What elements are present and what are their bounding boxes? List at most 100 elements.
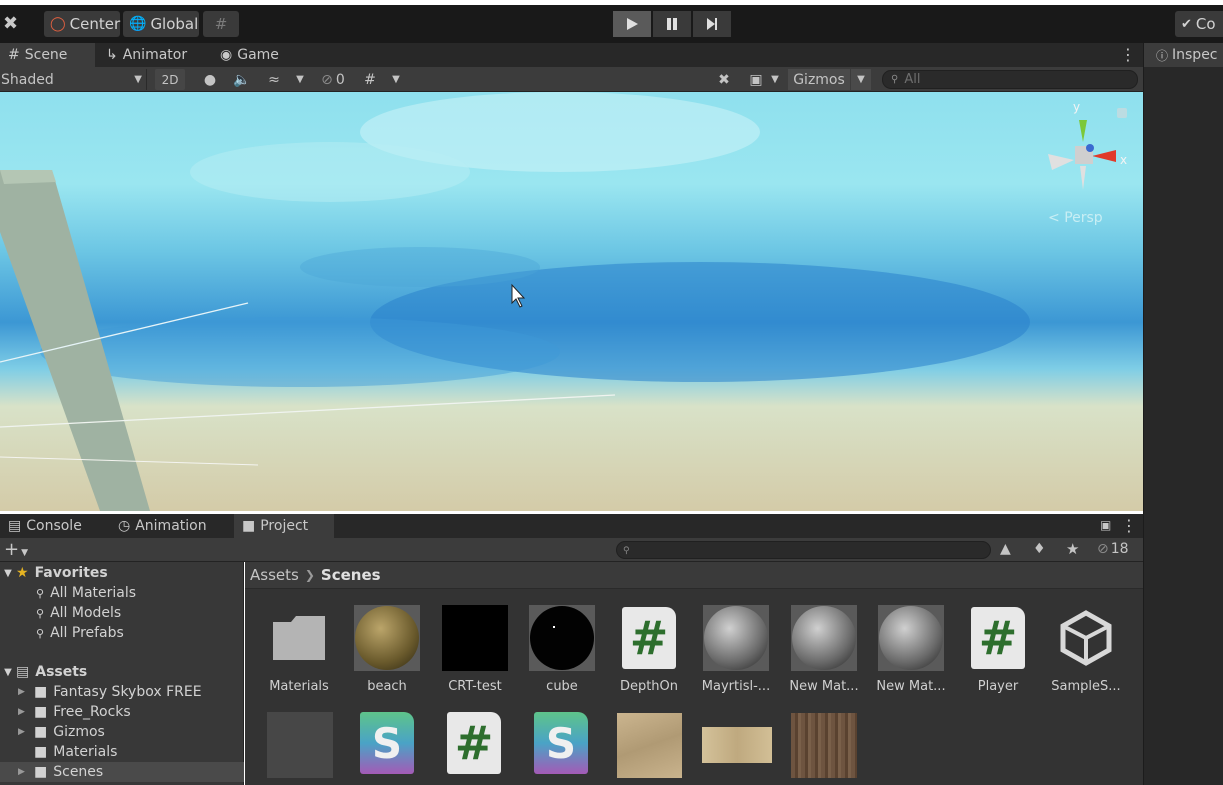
gizmo-x-label: x <box>1120 153 1128 167</box>
breadcrumb-root[interactable]: Assets <box>250 566 299 584</box>
search-by-label-icon[interactable]: ♦ <box>1033 541 1046 557</box>
star-icon: ★ <box>16 565 29 581</box>
scene-viewport[interactable]: y x < Persp <box>0 92 1143 511</box>
dropdown-arrow-icon: ▼ <box>134 74 142 85</box>
animator-icon: ↳ <box>106 47 118 63</box>
folder-open-icon: ▤ <box>16 664 30 680</box>
2d-toggle[interactable]: 2D <box>155 69 185 90</box>
hidden-objects-toggle[interactable]: ⊘ 0 <box>316 69 350 90</box>
favorite-item[interactable]: ⚲ All Prefabs <box>0 623 244 643</box>
project-toolbar: + ▼ ⚲ ▲ ♦ ★ ⊘ 18 <box>0 538 1143 562</box>
camera-dropdown-icon[interactable]: ▼ <box>768 69 782 90</box>
tab-console[interactable]: ▤ Console <box>0 514 100 538</box>
sand-texture-icon[interactable] <box>617 713 682 778</box>
lock-icon[interactable]: ▣ <box>1100 518 1111 532</box>
asset-item[interactable]: # DepthOn <box>606 605 692 694</box>
folder-icon: ■ <box>242 518 256 534</box>
hidden-packages-toggle[interactable]: ⊘ 18 <box>1097 541 1129 557</box>
expand-arrow-icon: ▶ <box>18 767 25 777</box>
asset-item[interactable]: New Mat... <box>781 605 867 694</box>
projection-label[interactable]: < Persp <box>1048 210 1103 226</box>
collab-button[interactable]: ✔ Co <box>1175 11 1223 37</box>
asset-item[interactable]: cube <box>519 605 605 694</box>
persp-icon: < <box>1048 210 1060 226</box>
scene-tab-bar: # Scene ↳ Animator ◉ Game ⋮ <box>0 43 1143 67</box>
asset-item[interactable]: Materials <box>256 605 342 694</box>
bark-texture-icon[interactable] <box>791 713 857 778</box>
console-icon: ▤ <box>8 518 22 534</box>
camera-icon[interactable]: ▣ <box>744 69 768 90</box>
step-icon <box>707 18 717 30</box>
asset-item[interactable] <box>267 712 333 778</box>
more-menu-icon[interactable]: ⋮ <box>1120 45 1136 64</box>
csharp-script-icon[interactable]: # <box>447 712 501 774</box>
search-icon: ⚲ <box>36 606 45 620</box>
draw-mode-dropdown[interactable]: Shaded ▼ <box>0 69 147 90</box>
asset-item[interactable]: New Mat... <box>868 605 954 694</box>
grid-toggle-icon[interactable]: # <box>358 69 382 90</box>
breadcrumb-current[interactable]: Scenes <box>321 566 381 584</box>
tab-game[interactable]: ◉ Game <box>212 43 302 67</box>
space-global-button[interactable]: 🌐 Global <box>123 11 199 37</box>
grid-snap-button[interactable]: # <box>203 11 239 37</box>
pause-button[interactable] <box>653 11 691 37</box>
grid-dropdown-icon[interactable]: ▼ <box>386 69 406 90</box>
check-circle-icon: ✔ <box>1181 16 1192 32</box>
asset-item[interactable]: SampleS... <box>1043 605 1129 694</box>
audio-icon[interactable]: 🔈 <box>230 69 254 90</box>
asset-item[interactable]: Mayrtisl-... <box>693 605 779 694</box>
eye-slash-icon: ⊘ <box>1097 541 1109 557</box>
effects-icon[interactable]: ≈ <box>262 69 286 90</box>
tools-icon[interactable]: ✖ <box>3 13 25 35</box>
more-menu-icon[interactable]: ⋮ <box>1121 516 1137 535</box>
asset-item[interactable]: # Player <box>955 605 1041 694</box>
asset-item[interactable]: CRT-test <box>432 605 518 694</box>
folder-item[interactable]: ▶ ■ Fantasy Skybox FREE <box>0 682 244 702</box>
folder-item[interactable]: ■ Materials <box>0 742 244 762</box>
assets-header[interactable]: ▼ ▤ Assets <box>0 662 244 682</box>
play-button[interactable] <box>613 11 651 37</box>
folder-item[interactable]: ▶ ■ Free_Rocks <box>0 702 244 722</box>
favorite-item[interactable]: ⚲ All Materials <box>0 583 244 603</box>
y-axis-cone-icon <box>1079 120 1087 142</box>
tools-toggle-icon[interactable]: ✖ <box>712 69 736 90</box>
tab-inspector[interactable]: ⓘ Inspec <box>1144 43 1223 67</box>
pause-icon <box>667 18 677 30</box>
project-search-input[interactable]: ⚲ <box>616 541 991 559</box>
scene-search-input[interactable]: ⚲ All <box>882 70 1138 89</box>
folder-icon: ■ <box>34 704 48 720</box>
folder-item[interactable]: ▶ ■ Gizmos <box>0 722 244 742</box>
asset-item[interactable]: beach <box>344 605 430 694</box>
gizmos-dropdown-icon[interactable]: ▼ <box>851 69 871 90</box>
gizmos-button[interactable]: Gizmos <box>788 69 850 90</box>
unity-scene-icon <box>1053 605 1119 671</box>
lighting-icon[interactable]: ● <box>198 69 222 90</box>
gizmo-y-label: y <box>1073 100 1081 114</box>
main-toolbar: ✖ ◯ Center 🌐 Global # ✔ Co <box>0 5 1223 43</box>
animation-clock-icon: ◷ <box>118 518 131 534</box>
tab-animator[interactable]: ↳ Animator <box>98 43 198 67</box>
chevron-right-icon: ❯ <box>304 568 315 582</box>
folder-item-selected[interactable]: ▶ ■ Scenes <box>0 762 244 782</box>
step-button[interactable] <box>693 11 731 37</box>
wood-texture-icon[interactable] <box>702 727 772 763</box>
tab-scene[interactable]: # Scene <box>0 43 95 67</box>
search-by-type-icon[interactable]: ▲ <box>1000 541 1011 557</box>
effects-dropdown-icon[interactable]: ▼ <box>290 69 310 90</box>
pivot-center-button[interactable]: ◯ Center <box>44 11 120 37</box>
lock-icon[interactable] <box>1117 108 1127 118</box>
tab-animation[interactable]: ◷ Animation <box>110 514 228 538</box>
shader-graph-icon[interactable]: S <box>360 712 414 774</box>
gamepad-icon: ◉ <box>220 47 233 63</box>
expand-arrow-icon: ▼ <box>4 666 12 678</box>
material-sphere-icon <box>878 605 944 671</box>
play-icon <box>627 18 638 30</box>
shader-graph-icon[interactable]: S <box>534 712 588 774</box>
scene-render <box>0 92 1030 511</box>
tab-project[interactable]: ■ Project <box>234 514 334 538</box>
create-button[interactable]: + ▼ <box>4 539 28 560</box>
favorite-item[interactable]: ⚲ All Models <box>0 603 244 623</box>
grid-icon: # <box>8 47 20 63</box>
favorites-star-icon[interactable]: ★ <box>1066 540 1079 558</box>
favorites-header[interactable]: ▼ ★ Favorites <box>0 563 244 583</box>
